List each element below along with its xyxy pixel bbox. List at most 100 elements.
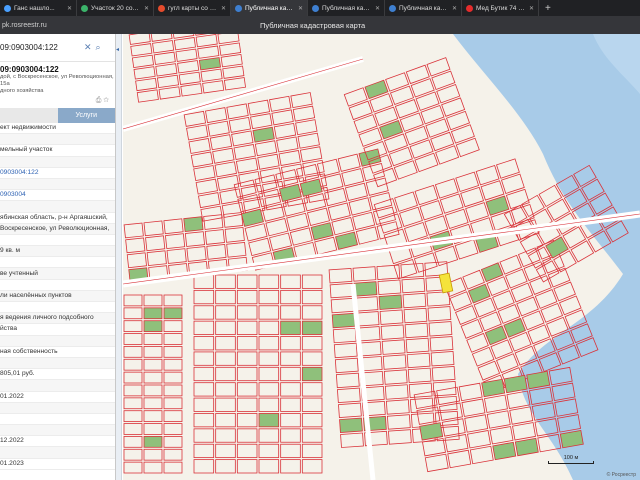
parcel[interactable] xyxy=(338,402,362,418)
parcel[interactable] xyxy=(145,235,166,252)
parcel[interactable] xyxy=(410,78,435,98)
parcel[interactable] xyxy=(306,207,330,226)
parcel[interactable] xyxy=(143,294,163,307)
parcel[interactable] xyxy=(143,448,163,461)
parcel[interactable] xyxy=(458,382,483,402)
parcel[interactable] xyxy=(353,114,378,134)
parcel[interactable] xyxy=(143,358,163,371)
parcel[interactable] xyxy=(334,357,359,374)
parcel[interactable] xyxy=(404,322,429,339)
parcel[interactable] xyxy=(381,339,406,355)
tab-close-icon[interactable]: ✕ xyxy=(529,5,534,12)
parcel[interactable] xyxy=(301,413,323,428)
parcel[interactable] xyxy=(163,448,183,461)
parcel[interactable] xyxy=(193,443,215,459)
parcel[interactable] xyxy=(401,277,426,294)
parcel[interactable] xyxy=(538,184,563,208)
parcel[interactable] xyxy=(558,295,582,316)
parcel[interactable] xyxy=(205,107,228,124)
parcel[interactable] xyxy=(215,289,236,305)
browser-tab[interactable]: гугл карты со спутника✕ xyxy=(154,0,231,16)
parcel[interactable] xyxy=(193,320,215,335)
parcel[interactable] xyxy=(247,99,271,116)
parcel[interactable] xyxy=(195,178,218,195)
parcel[interactable] xyxy=(301,459,323,474)
browser-tab[interactable]: Участок 20 сот. (ИЖС) на✕ xyxy=(77,0,154,16)
parcel[interactable] xyxy=(126,252,147,269)
parcel[interactable] xyxy=(280,289,301,305)
parcel[interactable] xyxy=(335,231,359,250)
parcel[interactable] xyxy=(184,231,206,247)
parcel[interactable] xyxy=(332,327,357,344)
parcel[interactable] xyxy=(269,95,292,112)
parcel[interactable] xyxy=(331,312,356,329)
parcel[interactable] xyxy=(123,448,143,461)
parcel[interactable] xyxy=(540,302,564,323)
parcel[interactable] xyxy=(484,394,508,413)
parcel[interactable] xyxy=(509,406,534,425)
tab-close-icon[interactable]: ✕ xyxy=(375,5,380,12)
parcel[interactable] xyxy=(333,342,358,359)
parcel[interactable] xyxy=(446,110,471,131)
parcel[interactable] xyxy=(430,131,455,152)
parcel[interactable] xyxy=(217,34,240,45)
parcel[interactable] xyxy=(460,319,484,339)
parcel[interactable] xyxy=(327,202,351,221)
parcel[interactable] xyxy=(358,148,382,167)
parcel[interactable] xyxy=(499,254,523,275)
parcel[interactable] xyxy=(280,366,301,382)
parcel[interactable] xyxy=(236,428,258,443)
parcel[interactable] xyxy=(570,240,595,263)
parcel[interactable] xyxy=(559,429,584,449)
parcel[interactable] xyxy=(280,320,301,335)
parcel[interactable] xyxy=(492,290,515,310)
parcel[interactable] xyxy=(123,333,143,345)
parcel[interactable] xyxy=(425,118,450,138)
parcel[interactable] xyxy=(123,397,143,410)
parcel[interactable] xyxy=(204,229,225,245)
parcel[interactable] xyxy=(143,410,163,422)
parcel[interactable] xyxy=(177,60,200,74)
parcel[interactable] xyxy=(428,321,453,337)
parcel[interactable] xyxy=(429,336,454,352)
parcel[interactable] xyxy=(280,163,304,180)
attribute-row[interactable]: 0903004 xyxy=(0,190,115,202)
parcel[interactable] xyxy=(163,307,183,320)
parcel[interactable] xyxy=(330,297,355,314)
parcel[interactable] xyxy=(188,138,211,154)
parcel[interactable] xyxy=(466,332,489,353)
parcel[interactable] xyxy=(236,459,258,474)
parcel[interactable] xyxy=(302,159,325,176)
print-icon[interactable]: ⎙ xyxy=(96,97,102,104)
parcel[interactable] xyxy=(123,371,143,384)
parcel[interactable] xyxy=(301,428,323,443)
parcel[interactable] xyxy=(510,282,534,303)
parcel[interactable] xyxy=(143,220,164,237)
parcel[interactable] xyxy=(123,294,143,307)
parcel[interactable] xyxy=(394,99,419,119)
parcel[interactable] xyxy=(301,351,323,366)
parcel[interactable] xyxy=(364,79,389,100)
parcel[interactable] xyxy=(198,192,221,209)
parcel[interactable] xyxy=(193,413,215,428)
parcel[interactable] xyxy=(286,212,310,232)
parcel[interactable] xyxy=(163,423,183,435)
parcel[interactable] xyxy=(178,71,201,85)
parcel[interactable] xyxy=(193,351,215,366)
parcel[interactable] xyxy=(427,306,452,322)
parcel[interactable] xyxy=(228,116,252,133)
tab-close-icon[interactable]: ✕ xyxy=(221,5,226,12)
parcel[interactable] xyxy=(258,336,280,351)
parcel[interactable] xyxy=(193,165,216,182)
parcel[interactable] xyxy=(240,208,264,227)
clear-icon[interactable]: ✕ xyxy=(84,42,92,53)
parcel[interactable] xyxy=(226,241,247,258)
parcel[interactable] xyxy=(455,137,480,158)
parcel[interactable] xyxy=(258,459,280,474)
parcel[interactable] xyxy=(215,459,236,474)
parcel[interactable] xyxy=(343,87,368,107)
parcel[interactable] xyxy=(534,289,558,309)
parcel[interactable] xyxy=(432,380,457,397)
map-canvas[interactable] xyxy=(123,34,640,480)
parcel[interactable] xyxy=(373,167,398,188)
